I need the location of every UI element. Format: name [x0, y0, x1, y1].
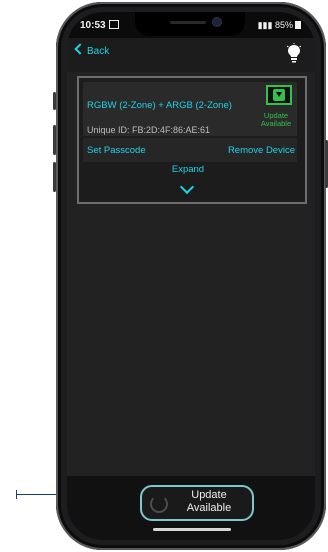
gallery-icon [108, 19, 119, 29]
nav-bar: Back [67, 38, 315, 72]
device-actions: Set Passcode Remove Device [83, 138, 297, 162]
bottom-bar: Update Available [67, 476, 315, 540]
back-label: Back [87, 46, 110, 57]
phone-screen: 10:53 ▮▮▮ 85% Back RGBW (2-Zone) + ARGB … [67, 12, 315, 540]
camera-icon [213, 18, 221, 26]
device-info: RGBW (2-Zone) + ARGB (2-Zone) Unique ID:… [83, 82, 297, 136]
lightbulb-icon[interactable] [287, 43, 301, 63]
chevron-left-icon [74, 43, 86, 55]
phone-side-button [53, 92, 56, 110]
notch [135, 12, 245, 36]
device-card: RGBW (2-Zone) + ARGB (2-Zone) Unique ID:… [77, 76, 307, 204]
phone-volume-up-button [53, 125, 56, 155]
status-bar: 10:53 ▮▮▮ 85% [67, 12, 315, 38]
device-unique-id: Unique ID: FB:2D:4F:86:AE:61 [87, 125, 211, 135]
status-right: ▮▮▮ 85% [258, 20, 301, 31]
refresh-icon [150, 495, 168, 513]
status-time-text: 10:53 [80, 20, 106, 31]
phone-volume-down-button [53, 162, 56, 192]
remove-device-link[interactable]: Remove Device [228, 145, 295, 156]
update-button-label: Update Available [186, 489, 232, 514]
speaker-grille [170, 21, 206, 24]
home-indicator[interactable] [153, 528, 231, 531]
download-icon [273, 89, 285, 101]
expand-link[interactable]: Expand [79, 164, 297, 175]
chevron-down-icon[interactable] [179, 179, 195, 195]
update-available-label: Update Available [260, 111, 292, 128]
back-button[interactable]: Back [74, 43, 110, 57]
update-available-button[interactable]: Update Available [140, 485, 254, 521]
download-arrow-icon [276, 92, 282, 97]
signal-icon: ▮▮▮ [257, 20, 273, 30]
firmware-update-button[interactable] [266, 85, 292, 105]
battery-icon [295, 20, 301, 29]
status-time: 10:53 [80, 19, 119, 31]
battery-text: 85% [274, 20, 293, 30]
device-name: RGBW (2-Zone) + ARGB (2-Zone) [87, 100, 232, 111]
set-passcode-link[interactable]: Set Passcode [87, 145, 146, 156]
